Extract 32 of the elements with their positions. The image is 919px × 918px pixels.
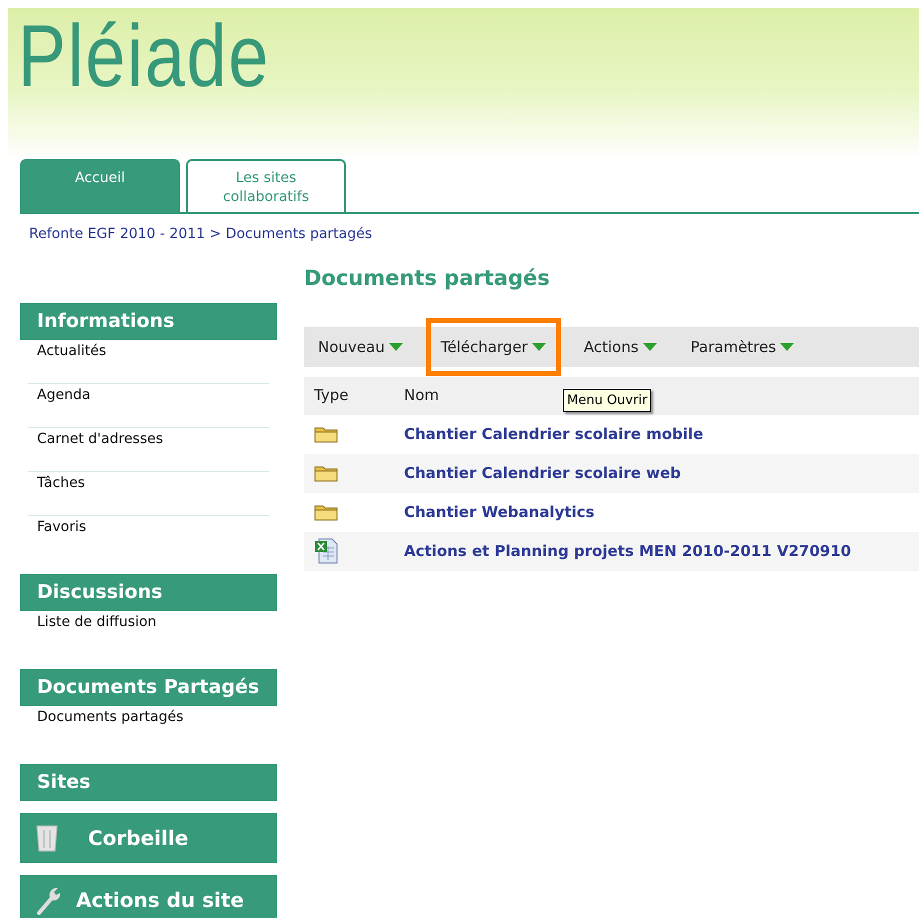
sidebar-link[interactable]: Carnet d'adresses	[28, 428, 269, 472]
folder-icon	[314, 502, 338, 521]
sidebar-link[interactable]: Tâches	[28, 472, 269, 516]
site-logo: Pléiade	[16, 8, 270, 100]
sidebar-link[interactable]: Documents partagés	[28, 706, 269, 750]
section-header: Informations	[20, 302, 277, 340]
column-header: Type	[313, 385, 350, 406]
menu-button[interactable]: Paramètres	[684, 326, 800, 366]
sidebar-link[interactable]: Liste de diffusion	[28, 610, 269, 654]
caret-icon	[642, 342, 657, 350]
section-header: Documents Partagés	[20, 668, 277, 706]
document-link[interactable]: Chantier Webanalytics	[404, 500, 594, 524]
sidebar-link[interactable]: Favoris	[28, 516, 269, 560]
menu-button[interactable]: Actions	[578, 326, 663, 366]
sidebar-link[interactable]: Actualités	[28, 340, 269, 384]
spreadsheet-icon	[314, 538, 338, 564]
breadcrumb[interactable]: Refonte EGF 2010 - 2011 > Documents partagés	[29, 224, 919, 245]
sidebar-link[interactable]: Agenda	[28, 384, 269, 428]
section-header: Sites	[20, 764, 277, 800]
menu-button[interactable]: Nouveau	[312, 326, 409, 366]
caret-icon	[532, 342, 546, 350]
folder-icon	[314, 464, 338, 482]
document-link[interactable]: Chantier Calendrier scolaire mobile	[404, 422, 704, 446]
tooltip: Menu Ouvrir	[563, 388, 652, 412]
column-header: Nom	[404, 385, 440, 406]
folder-icon	[314, 424, 338, 443]
page-title: Documents partagés	[304, 265, 551, 292]
section-header: Discussions	[20, 574, 277, 610]
caret-icon	[388, 342, 403, 350]
menu-button[interactable]: Télécharger	[430, 322, 556, 370]
caret-icon	[780, 342, 794, 350]
trash-icon	[36, 824, 58, 852]
